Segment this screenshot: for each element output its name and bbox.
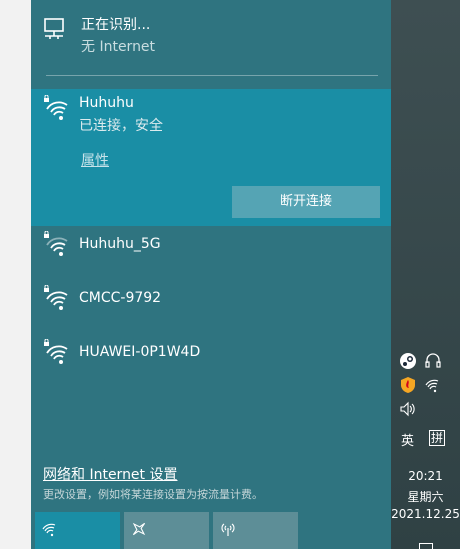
network-status: 已连接，安全 bbox=[79, 118, 163, 134]
shield-icon[interactable] bbox=[399, 376, 417, 394]
network-item-huhuhu-5g[interactable]: Huhuhu_5G bbox=[31, 229, 391, 283]
ethernet-connection[interactable]: 正在识别... 无 Internet bbox=[31, 0, 391, 76]
properties-link[interactable]: 属性 bbox=[81, 150, 109, 170]
clock-date[interactable]: 2021.12.25 bbox=[391, 507, 460, 521]
network-name: Huhuhu bbox=[79, 95, 134, 111]
headset-icon[interactable] bbox=[424, 352, 442, 370]
disconnect-button[interactable]: 断开连接 bbox=[232, 186, 380, 218]
volume-icon[interactable] bbox=[399, 400, 417, 418]
wifi-icon bbox=[42, 523, 56, 537]
steam-icon[interactable] bbox=[399, 352, 417, 370]
taskbar bbox=[391, 0, 460, 549]
ethernet-status: 无 Internet bbox=[81, 39, 156, 55]
secured-wifi-icon bbox=[44, 285, 68, 310]
secured-wifi-icon bbox=[44, 231, 68, 256]
secured-wifi-icon bbox=[44, 95, 68, 120]
network-flyout: 正在识别... 无 Internet Huhuhu 已连接，安全 属性 断开连接 bbox=[31, 0, 391, 549]
clock-weekday[interactable]: 星期六 bbox=[391, 488, 460, 505]
desktop-edge bbox=[0, 0, 31, 549]
network-name: HUAWEI-0P1W4D bbox=[79, 344, 201, 360]
ime-language-indicator[interactable]: 英 bbox=[401, 430, 414, 449]
network-item-cmcc-9792[interactable]: CMCC-9792 bbox=[31, 283, 391, 337]
ethernet-monitor-icon bbox=[44, 18, 64, 39]
clock-time[interactable]: 20:21 bbox=[391, 469, 460, 483]
airplane-icon bbox=[132, 522, 146, 536]
divider bbox=[46, 75, 378, 76]
network-settings-link[interactable]: 网络和 Internet 设置 bbox=[43, 464, 178, 484]
ethernet-name: 正在识别... bbox=[81, 17, 151, 33]
wifi-toggle-tile[interactable] bbox=[35, 512, 120, 549]
hotspot-icon bbox=[221, 523, 235, 536]
airplane-mode-tile[interactable] bbox=[124, 512, 209, 549]
network-item-huawei-0p1w4d[interactable]: HUAWEI-0P1W4D bbox=[31, 337, 391, 391]
network-settings-description: 更改设置，例如将某连接设置为按流量计费。 bbox=[43, 488, 263, 501]
network-item-huhuhu[interactable]: Huhuhu 已连接，安全 属性 断开连接 bbox=[31, 89, 391, 226]
secured-wifi-icon bbox=[44, 339, 68, 364]
network-name: Huhuhu_5G bbox=[79, 236, 161, 252]
network-name: CMCC-9792 bbox=[79, 290, 162, 306]
mobile-hotspot-tile[interactable] bbox=[213, 512, 298, 549]
notification-center-icon[interactable] bbox=[419, 543, 433, 549]
wifi-icon[interactable] bbox=[424, 376, 442, 394]
ime-mode-indicator[interactable]: 拼 bbox=[429, 430, 446, 446]
screen: 正在识别... 无 Internet Huhuhu 已连接，安全 属性 断开连接 bbox=[0, 0, 460, 549]
